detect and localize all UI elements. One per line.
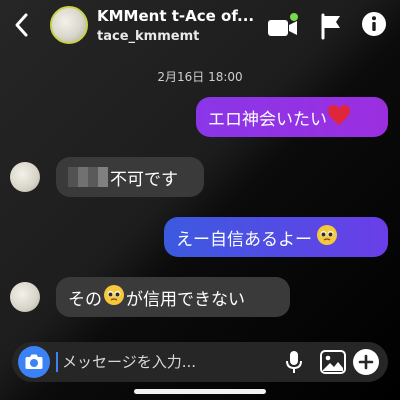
text-caret <box>56 352 58 372</box>
message-composer <box>12 342 388 382</box>
page-title: KMMent t-Ace of... <box>97 7 255 25</box>
message-text-after: が信用できない <box>126 289 245 310</box>
sender-avatar[interactable] <box>10 162 40 192</box>
message-text: エロ神会いたい <box>208 109 327 130</box>
incoming-message[interactable]: その が信用できない <box>56 277 290 317</box>
redacted-text-mosaic <box>68 167 108 187</box>
microphone-icon <box>286 351 302 373</box>
microphone-button[interactable] <box>282 350 306 374</box>
message-text: えー自信あるよー <box>176 229 312 250</box>
camera-icon <box>25 354 43 369</box>
camera-button[interactable] <box>18 346 50 378</box>
chat-header: KMMent t-Ace of... tace_kmmemt <box>0 0 400 52</box>
outgoing-message[interactable]: えー自信あるよー <box>164 217 388 257</box>
contact-info[interactable]: KMMent t-Ace of... tace_kmmemt <box>97 7 262 45</box>
flag-icon <box>321 13 340 40</box>
home-indicator[interactable] <box>134 389 266 394</box>
message-text-before: その <box>68 289 102 310</box>
gallery-button[interactable] <box>320 350 346 374</box>
message-text: 不可です <box>110 169 178 190</box>
video-call-icon <box>268 13 298 36</box>
incoming-message[interactable]: 不可です <box>56 157 204 197</box>
info-button[interactable] <box>360 10 390 38</box>
plus-icon <box>353 349 379 375</box>
chat-screen: KMMent t-Ace of... tace_kmmemt 2月16日 18:… <box>0 0 400 400</box>
message-input[interactable] <box>62 342 262 382</box>
info-icon <box>362 12 386 36</box>
back-button[interactable] <box>12 12 32 38</box>
outgoing-message[interactable]: エロ神会いたい <box>196 97 388 137</box>
avatar[interactable] <box>50 6 88 44</box>
flag-button[interactable] <box>318 12 348 40</box>
sender-avatar[interactable] <box>10 282 40 312</box>
pleading-face-emoji-icon <box>103 284 125 311</box>
back-icon <box>15 13 28 37</box>
message-timestamp: 2月16日 18:00 <box>157 70 243 84</box>
heart-emoji-icon <box>327 104 351 131</box>
username: tace_kmmemt <box>97 29 200 44</box>
gallery-icon <box>320 350 346 374</box>
video-call-button[interactable] <box>267 12 298 40</box>
add-content-button[interactable] <box>352 348 380 376</box>
pleading-face-emoji-icon <box>316 224 338 251</box>
